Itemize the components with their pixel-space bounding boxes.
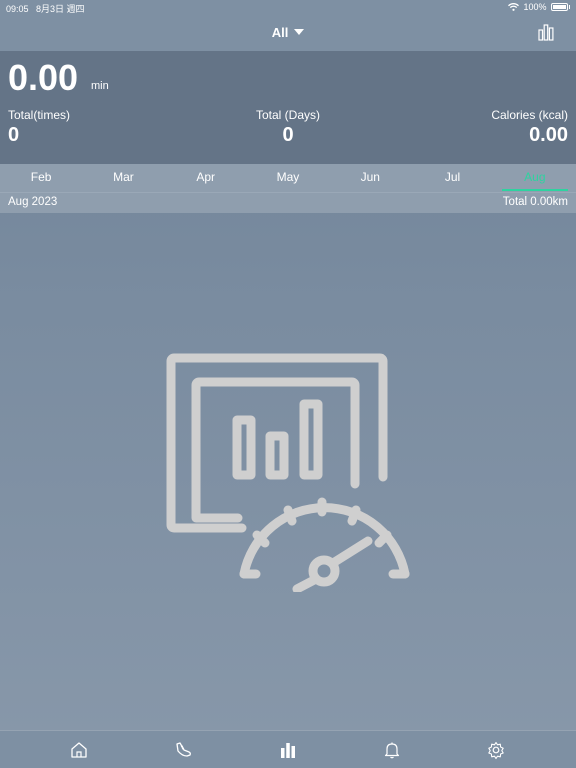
summary-panel: 0.00 min Total(times) 0 Total (Days) 0 C… [0, 51, 576, 164]
shoe-icon[interactable] [173, 740, 193, 760]
stat-calories: Calories (kcal) 0.00 [491, 108, 568, 147]
status-time: 09:05 [6, 4, 29, 14]
battery-icon [550, 3, 568, 11]
home-icon[interactable] [69, 740, 89, 760]
month-tab-feb[interactable]: Feb [0, 164, 82, 192]
duration-value: 0.00 [8, 57, 79, 98]
empty-stats-icon [166, 353, 410, 592]
stat-value: 0 [282, 124, 294, 146]
stat-label: Calories (kcal) [491, 108, 568, 122]
month-tab-jun[interactable]: Jun [329, 164, 411, 192]
month-tab-mar[interactable]: Mar [82, 164, 164, 192]
stat-label: Total (Days) [255, 108, 320, 122]
battery-tip [568, 5, 570, 9]
filter-dropdown[interactable]: All [0, 25, 576, 40]
period-summary-bar: Aug 2023 Total 0.00km [0, 192, 576, 213]
status-bar: 09:05 8月3日 週四 100% [0, 0, 576, 14]
caret-down-icon [294, 29, 305, 35]
bell-icon[interactable] [382, 740, 402, 760]
month-tab-may[interactable]: May [247, 164, 329, 192]
period-label: Aug 2023 [8, 196, 58, 208]
status-right: 100% [508, 2, 570, 12]
month-tab-jul[interactable]: Jul [411, 164, 493, 192]
gear-icon[interactable] [486, 740, 506, 760]
status-date: 8月3日 週四 [36, 4, 85, 14]
nav-bar: All [0, 14, 576, 52]
month-tab-aug[interactable]: Aug [494, 164, 576, 192]
month-selector: Feb Mar Apr May Jun Jul Aug [0, 164, 576, 192]
period-total: Total 0.00km [502, 196, 568, 208]
duration-unit: min [91, 80, 109, 92]
wifi-icon [508, 3, 520, 11]
filter-label: All [271, 25, 289, 40]
month-tab-apr[interactable]: Apr [165, 164, 247, 192]
bar-chart-icon[interactable] [278, 740, 298, 760]
battery-percent: 100% [523, 2, 547, 12]
tab-bar [0, 730, 576, 768]
bar-chart-icon[interactable] [538, 23, 554, 41]
stat-value: 0.00 [529, 124, 568, 146]
stat-total-days: Total (Days) 0 [0, 108, 576, 147]
